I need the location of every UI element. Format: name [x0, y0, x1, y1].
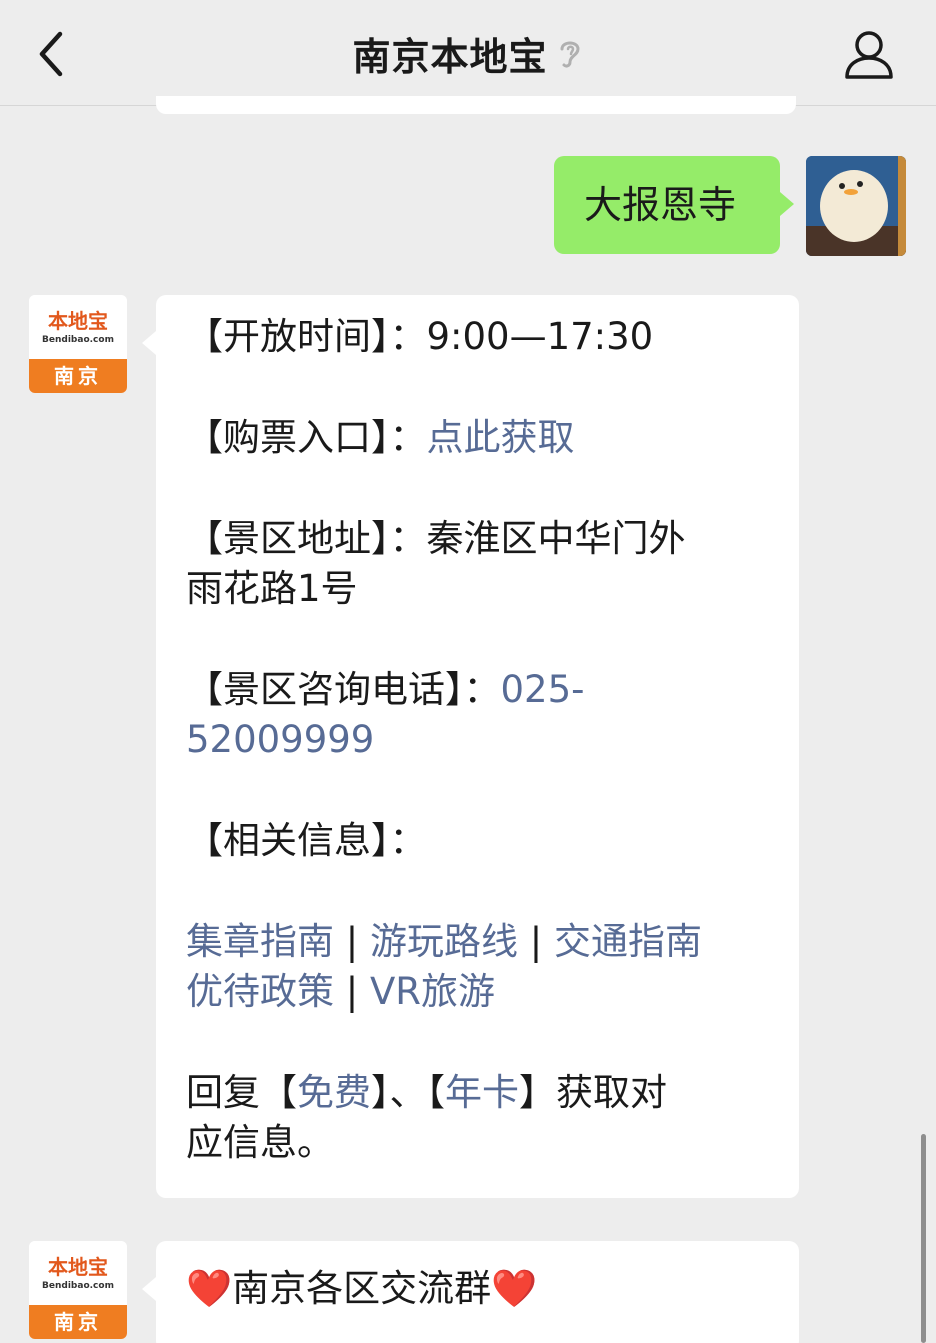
ear-icon — [556, 35, 584, 71]
address-value-line2: 雨花路1号 — [186, 567, 358, 610]
vr-tour-link[interactable]: VR旅游 — [370, 970, 495, 1013]
group-message-bubble[interactable]: ❤️南京各区交流群❤️ — [142, 1241, 799, 1343]
phone-link-line1[interactable]: 025- — [501, 668, 585, 711]
bubble-arrow — [142, 331, 156, 355]
avatar-logo-text: 本地宝 — [48, 309, 108, 333]
my-message-text: 大报恩寺 — [584, 183, 737, 227]
address-row: 【景区地址】：秦淮区中华门外 — [186, 514, 776, 564]
chat-title: 南京本地宝 — [352, 34, 548, 79]
link-separator: | — [334, 920, 370, 963]
discount-policy-link[interactable]: 优待政策 — [186, 970, 334, 1013]
address-label: 【景区地址】： — [186, 517, 427, 560]
link-separator: | — [518, 920, 554, 963]
avatar-logo-text: 本地宝 — [48, 1255, 108, 1279]
reply-text: 】、【 — [371, 1071, 445, 1114]
related-row: 【相关信息】： — [186, 816, 776, 866]
bubble-arrow — [780, 192, 794, 216]
heart-icon: ❤️ — [186, 1267, 233, 1310]
related-links-row1: 集章指南 | 游玩路线 | 交通指南 — [186, 917, 776, 967]
reply-text: 】获取对 — [519, 1071, 667, 1114]
bendibao-avatar[interactable]: 本地宝 Bendibao.com 南京 — [29, 1241, 127, 1339]
avatar-logo-sub: Bendibao.com — [42, 1281, 114, 1291]
phone-row: 【景区咨询电话】：025- — [186, 665, 776, 715]
scrollbar[interactable] — [921, 1134, 926, 1343]
title-area: 南京本地宝 — [0, 0, 936, 106]
group-title-text: 南京各区交流群 — [232, 1267, 492, 1310]
related-label: 【相关信息】： — [186, 819, 427, 862]
ticket-row: 【购票入口】：点此获取 — [186, 413, 776, 463]
heart-icon: ❤️ — [491, 1267, 538, 1310]
open-hours-value: 9:00—17:30 — [426, 315, 654, 358]
info-message-content: 【开放时间】：9:00—17:30 【购票入口】：点此获取 【景区地址】：秦淮区… — [186, 312, 776, 1168]
ticket-label: 【购票入口】： — [186, 416, 427, 459]
phone-label: 【景区咨询电话】： — [186, 668, 501, 711]
annual-card-keyword-link[interactable]: 年卡 — [445, 1071, 519, 1114]
related-links-row2: 优待政策 | VR旅游 — [186, 967, 776, 1017]
reply-text: 回复【 — [186, 1071, 297, 1114]
link-separator: | — [334, 970, 370, 1013]
traffic-guide-link[interactable]: 交通指南 — [554, 920, 702, 963]
avatar-logo-sub: Bendibao.com — [42, 335, 114, 345]
avatar-city: 南京 — [29, 359, 127, 393]
free-keyword-link[interactable]: 免费 — [297, 1071, 371, 1114]
avatar-city: 南京 — [29, 1305, 127, 1339]
stamp-guide-link[interactable]: 集章指南 — [186, 920, 334, 963]
previous-message-bubble — [156, 96, 796, 114]
group-title: ❤️南京各区交流群❤️ — [156, 1241, 799, 1337]
ticket-link[interactable]: 点此获取 — [427, 416, 575, 459]
tour-route-link[interactable]: 游玩路线 — [370, 920, 518, 963]
reply-text: 应信息。 — [186, 1121, 334, 1164]
profile-button[interactable] — [842, 28, 896, 82]
my-message-bubble[interactable]: 大报恩寺 — [554, 156, 794, 254]
open-hours-row: 【开放时间】：9:00—17:30 — [186, 312, 776, 362]
address-value-line1: 秦淮区中华门外 — [426, 517, 686, 560]
bendibao-avatar[interactable]: 本地宝 Bendibao.com 南京 — [29, 295, 127, 393]
phone-link-line2[interactable]: 52009999 — [186, 718, 374, 761]
chat-header: 南京本地宝 — [0, 0, 936, 106]
my-avatar[interactable] — [806, 156, 906, 256]
reply-row: 回复【免费】、【年卡】获取对 — [186, 1068, 776, 1118]
duck-avatar-image — [806, 156, 906, 256]
bubble-arrow — [142, 1277, 156, 1301]
open-hours-label: 【开放时间】： — [186, 315, 427, 358]
person-icon — [845, 31, 893, 79]
